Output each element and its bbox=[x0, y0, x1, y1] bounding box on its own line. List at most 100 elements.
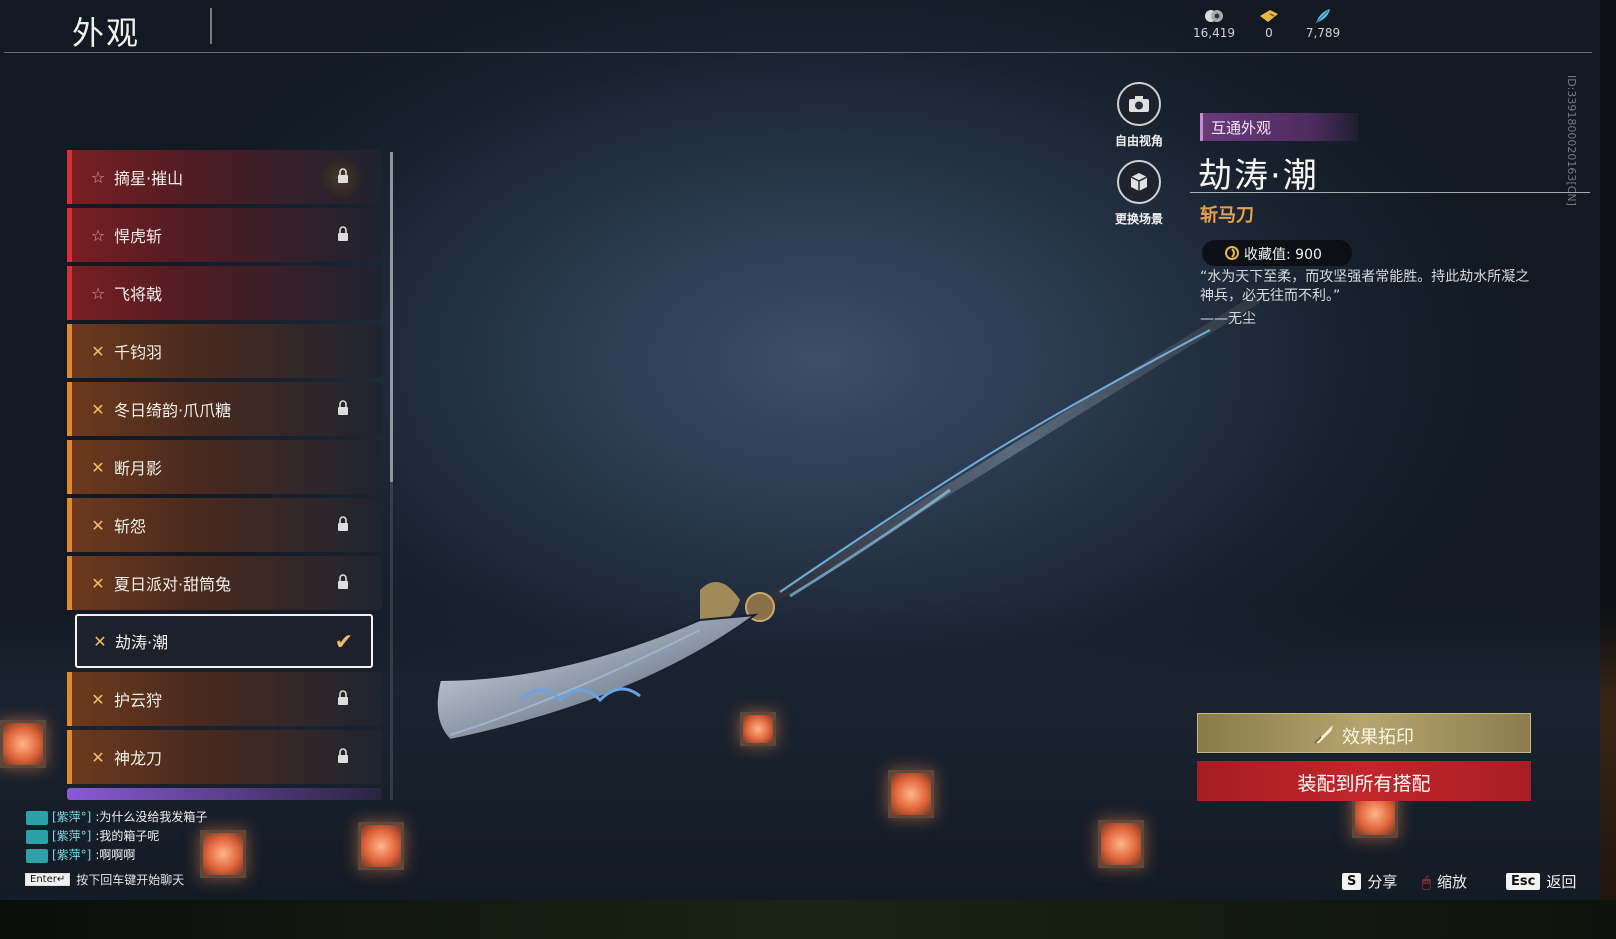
item-label: 飞将戟 bbox=[114, 285, 163, 304]
item-label: 劫涛·潮 bbox=[115, 633, 169, 652]
hotkey-label: 缩放 bbox=[1437, 873, 1468, 891]
currency-value: 0 bbox=[1265, 26, 1273, 40]
chat-channel-icon bbox=[26, 810, 48, 825]
list-item[interactable]: ☆ 飞将戟 bbox=[67, 266, 382, 320]
rarity-bar bbox=[67, 382, 72, 436]
currency-jade: 16,419 bbox=[1184, 8, 1244, 40]
lock-icon bbox=[338, 226, 348, 241]
item-label: 断月影 bbox=[114, 459, 163, 478]
star-icon: ☆ bbox=[90, 283, 106, 303]
rarity-bar bbox=[67, 556, 72, 610]
change-scene-button[interactable]: 更换场景 bbox=[1094, 160, 1184, 227]
list-item-selected[interactable]: ✕ 劫涛·潮 ✔ bbox=[75, 614, 373, 668]
list-item[interactable]: ☆ 悍虎斩 bbox=[67, 208, 382, 262]
hotkey-label: 分享 bbox=[1367, 873, 1398, 891]
lantern bbox=[0, 720, 46, 768]
chat-line: [紫萍°] :我的箱子呢 bbox=[26, 827, 207, 846]
brush-icon bbox=[1314, 725, 1333, 744]
key-cap: Esc bbox=[1506, 873, 1541, 890]
cross-star-icon: ✕ bbox=[91, 341, 105, 361]
camera-icon bbox=[1117, 82, 1161, 126]
hotkey-label: 返回 bbox=[1546, 873, 1577, 891]
free-view-button[interactable]: 自由视角 bbox=[1094, 82, 1184, 149]
item-label: 冬日绮韵·爪爪糖 bbox=[114, 401, 232, 420]
cross-star-icon: ✕ bbox=[91, 457, 105, 477]
cross-star-icon: ✕ bbox=[91, 515, 105, 535]
rarity-bar bbox=[67, 324, 72, 378]
lock-icon bbox=[338, 748, 348, 763]
shared-appearance-tag: 互通外观 bbox=[1200, 113, 1358, 141]
back-hotkey[interactable]: Esc 返回 bbox=[1506, 871, 1576, 892]
cross-star-icon: ✕ bbox=[93, 631, 107, 651]
list-item[interactable]: ☆ 摘星·摧山 bbox=[67, 150, 382, 204]
divider bbox=[1190, 192, 1590, 193]
rarity-bar bbox=[67, 672, 72, 726]
list-item-partial[interactable] bbox=[67, 788, 382, 800]
cross-star-icon: ✕ bbox=[91, 689, 105, 709]
item-label: 千钧羽 bbox=[114, 343, 163, 362]
zoom-hotkey[interactable]: 🖱 缩放 bbox=[1422, 871, 1467, 892]
edge-strip bbox=[1600, 0, 1616, 939]
list-item[interactable]: ✕ 护云狩 bbox=[67, 672, 382, 726]
lock-icon bbox=[338, 574, 348, 589]
star-icon: ☆ bbox=[90, 167, 106, 187]
free-view-label: 自由视角 bbox=[1114, 134, 1163, 148]
ticket-icon bbox=[1260, 10, 1278, 22]
chat-input-hint[interactable]: Enter↵ 按下回车键开始聊天 bbox=[25, 871, 184, 888]
item-label: 斩怨 bbox=[114, 517, 147, 536]
change-scene-label: 更换场景 bbox=[1114, 212, 1163, 226]
chat-user[interactable]: [紫萍°] bbox=[52, 808, 91, 827]
item-label: 神龙刀 bbox=[114, 749, 163, 768]
check-icon: ✔ bbox=[334, 630, 353, 655]
enter-key: Enter↵ bbox=[25, 873, 71, 886]
scrollbar-thumb[interactable] bbox=[390, 152, 393, 482]
list-item[interactable]: ✕ 斩怨 bbox=[67, 498, 382, 552]
weapon-quote: “水为天下至柔，而攻坚强者常能胜。持此劫水所凝之神兵，必无往而不利。” bbox=[1200, 269, 1530, 304]
equip-all-label: 装配到所有搭配 bbox=[1297, 773, 1431, 795]
currency-feather: 7,789 bbox=[1293, 8, 1353, 40]
item-label: 护云狩 bbox=[114, 691, 163, 710]
cross-star-icon: ✕ bbox=[91, 399, 105, 419]
chat-text: :我的箱子呢 bbox=[95, 829, 160, 843]
jade-coin-icon bbox=[1205, 10, 1223, 22]
rarity-bar bbox=[67, 150, 72, 204]
appearance-list: ☆ 摘星·摧山 ☆ 悍虎斩 ☆ 飞将戟 ✕ 千钧羽 ✕ 冬日绮韵·爪爪糖 ✕ 断… bbox=[67, 150, 385, 800]
list-item[interactable]: ✕ 神龙刀 bbox=[67, 730, 382, 784]
share-hotkey[interactable]: S 分享 bbox=[1342, 871, 1397, 892]
collection-value-badge: 收藏值: 900 bbox=[1202, 240, 1352, 266]
list-item[interactable]: ✕ 千钧羽 bbox=[67, 324, 382, 378]
chat-user[interactable]: [紫萍°] bbox=[52, 827, 91, 846]
mouse-icon: 🖱 bbox=[1422, 872, 1432, 891]
player-id: ID:3391800020163[CN] bbox=[1565, 75, 1578, 206]
equip-all-button[interactable]: 装配到所有搭配 bbox=[1197, 761, 1531, 801]
lantern bbox=[888, 770, 934, 818]
chat-user[interactable]: [紫萍°] bbox=[52, 846, 91, 865]
weapon-name: 劫涛·潮 bbox=[1198, 156, 1319, 196]
chat-text: :啊啊啊 bbox=[95, 848, 136, 862]
item-label: 夏日派对·甜筒兔 bbox=[114, 575, 232, 594]
list-item[interactable]: ✕ 夏日派对·甜筒兔 bbox=[67, 556, 382, 610]
cross-star-icon: ✕ bbox=[91, 573, 105, 593]
chat-channel-icon bbox=[26, 848, 48, 863]
list-item[interactable]: ✕ 冬日绮韵·爪爪糖 bbox=[67, 382, 382, 436]
star-icon: ☆ bbox=[90, 225, 106, 245]
collection-value: 收藏值: 900 bbox=[1244, 247, 1322, 263]
collection-icon bbox=[1225, 246, 1239, 260]
top-bar: 外观 16,419 0 7,789 bbox=[0, 0, 1600, 54]
quote-author: ——无尘 bbox=[1200, 311, 1256, 327]
effect-imprint-button[interactable]: 效果拓印 bbox=[1197, 713, 1531, 753]
currency-value: 16,419 bbox=[1193, 26, 1235, 40]
rarity-bar bbox=[67, 266, 72, 320]
chat-log: [紫萍°] :为什么没给我发箱子 [紫萍°] :我的箱子呢 [紫萍°] :啊啊啊 bbox=[26, 808, 207, 865]
chat-channel-icon bbox=[26, 829, 48, 844]
list-item[interactable]: ✕ 断月影 bbox=[67, 440, 382, 494]
edge-strip bbox=[0, 900, 1616, 939]
rarity-bar bbox=[67, 730, 72, 784]
weapon-type: 斩马刀 bbox=[1200, 205, 1254, 226]
chat-hint-text: 按下回车键开始聊天 bbox=[76, 873, 185, 887]
lantern bbox=[358, 822, 404, 870]
rarity-bar bbox=[67, 498, 72, 552]
key-cap: S bbox=[1342, 873, 1362, 890]
top-divider bbox=[4, 52, 1592, 53]
currency-value: 7,789 bbox=[1305, 26, 1341, 40]
